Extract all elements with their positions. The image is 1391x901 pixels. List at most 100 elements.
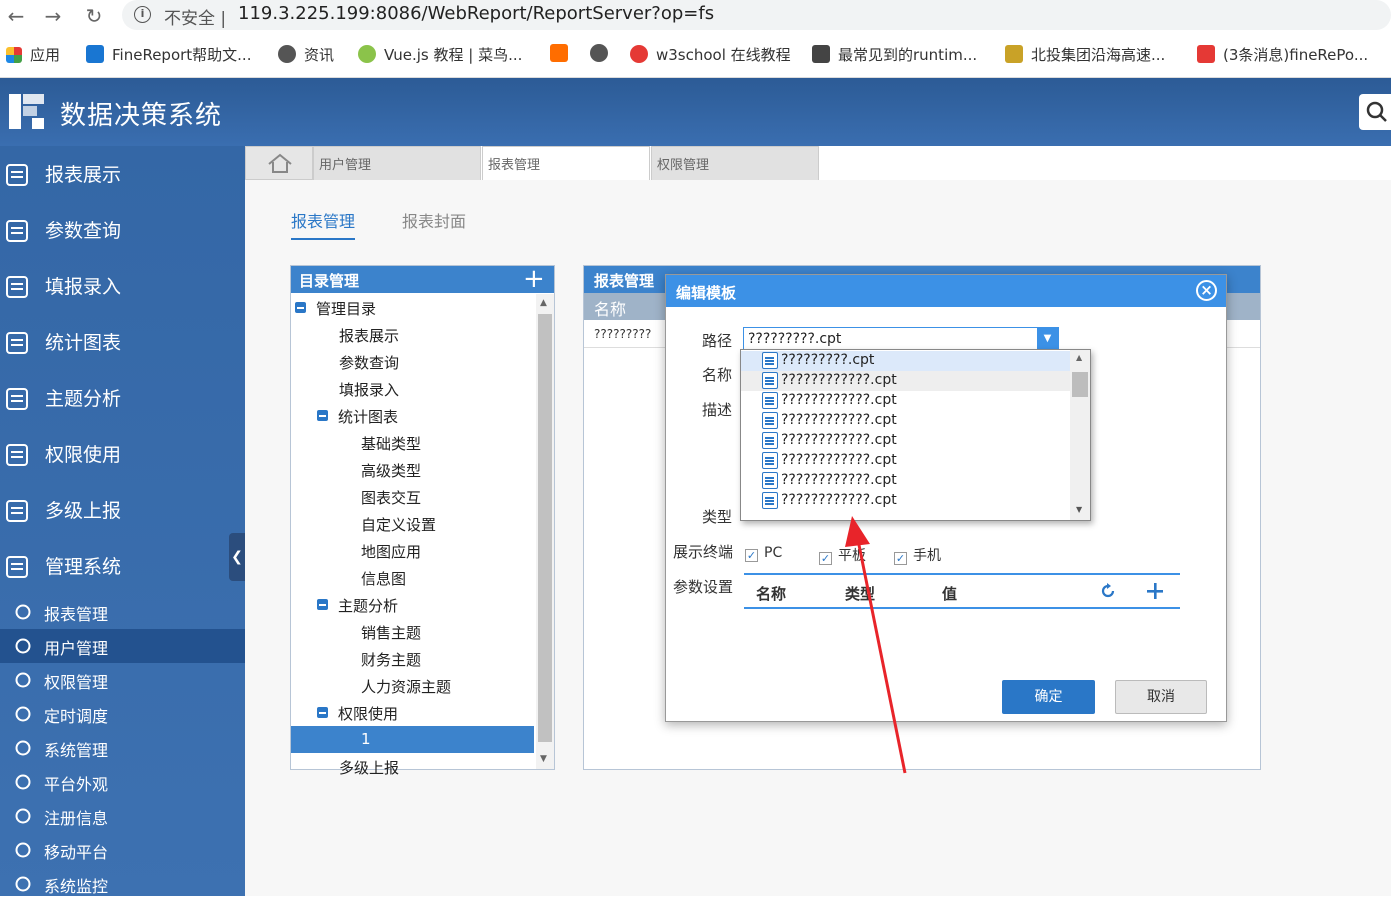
chevron-down-icon[interactable]: ▼ — [1037, 328, 1058, 350]
sidebar-item-7[interactable]: 多级上报 — [0, 482, 245, 538]
sidebar-subitem-5[interactable]: 系统管理 — [0, 731, 245, 765]
collapse-toggle-icon[interactable] — [317, 707, 328, 718]
subtab-report-manage[interactable]: 报表管理 — [291, 208, 356, 240]
sidebar-subitem-6[interactable]: 平台外观 — [0, 765, 245, 799]
refresh-icon[interactable] — [1100, 583, 1116, 599]
sidebar-item-5[interactable]: 主题分析 — [0, 370, 245, 426]
tab-report-manage[interactable]: 报表管理 — [482, 146, 650, 180]
dropdown-option[interactable]: ????????????.cpt — [741, 391, 1071, 411]
reload-icon[interactable]: ↻ — [82, 4, 106, 28]
dropdown-option[interactable]: ????????????.cpt — [741, 451, 1071, 471]
scroll-thumb[interactable] — [538, 314, 552, 742]
bookmark-globe[interactable] — [590, 44, 616, 64]
path-label: 路径 — [702, 332, 733, 350]
cancel-button[interactable]: 取消 — [1115, 680, 1207, 714]
sidebar-subitem-3[interactable]: 权限管理 — [0, 663, 245, 697]
tree-item[interactable]: 统计图表 — [317, 402, 398, 429]
add-directory-icon[interactable]: + — [523, 264, 545, 294]
dropdown-option[interactable]: ????????????.cpt — [741, 471, 1071, 491]
tree-item[interactable]: 参数查询 — [317, 348, 399, 375]
tree-item[interactable]: 基础类型 — [339, 429, 421, 456]
directory-scrollbar[interactable]: ▲ ▼ — [536, 294, 554, 769]
param-header-type: 类型 — [845, 585, 876, 603]
dropdown-option[interactable]: ????????????.cpt — [741, 431, 1071, 451]
sidebar-subitem-4[interactable]: 定时调度 — [0, 697, 245, 731]
url-text[interactable]: 119.3.225.199:8086/WebReport/ReportServe… — [238, 3, 714, 24]
tree-item[interactable]: 财务主题 — [339, 645, 421, 672]
tree-item[interactable]: 1 — [291, 726, 534, 753]
bookmark-beitou[interactable]: 北投集团沿海高速... — [1005, 44, 1165, 64]
bookmark-finereport[interactable]: FineReport帮助文... — [86, 44, 251, 64]
collapse-sidebar-button[interactable]: ❮ — [229, 533, 245, 581]
bookmark-runtime[interactable]: 最常见到的runtim... — [812, 44, 977, 64]
register-icon — [14, 807, 32, 825]
search-button[interactable] — [1359, 94, 1391, 130]
tree-item[interactable]: 高级类型 — [339, 456, 421, 483]
tree-item[interactable]: 自定义设置 — [339, 510, 436, 537]
dropdown-option[interactable]: ????????????.cpt — [741, 371, 1071, 391]
address-bar[interactable]: i 不安全 | 119.3.225.199:8086/WebReport/Rep… — [122, 0, 1391, 30]
tree-item[interactable]: 信息图 — [339, 564, 406, 591]
tab-user-manage[interactable]: 用户管理 — [313, 146, 481, 180]
forward-icon[interactable]: → — [41, 4, 65, 28]
bookmark-news[interactable]: 资讯 — [278, 44, 334, 64]
collapse-toggle-icon[interactable] — [317, 599, 328, 610]
description-label: 描述 — [702, 401, 733, 419]
home-tab[interactable] — [245, 146, 313, 180]
url-bar: ← → ↻ i 不安全 | 119.3.225.199:8086/WebRepo… — [0, 0, 1391, 34]
sidebar-item-1[interactable]: 报表展示 — [0, 146, 245, 202]
dropdown-option[interactable]: ????????????.cpt — [741, 491, 1071, 511]
bookmark-taobao[interactable] — [550, 44, 576, 64]
info-icon[interactable]: i — [134, 6, 151, 23]
scroll-up-icon[interactable]: ▲ — [540, 298, 547, 308]
tree-item[interactable]: 填报录入 — [317, 375, 399, 402]
scroll-thumb[interactable] — [1072, 372, 1088, 397]
tree-item[interactable]: 图表交互 — [339, 483, 421, 510]
report-list-icon — [4, 162, 30, 188]
path-select[interactable]: ?????????.cpt ▼ — [743, 327, 1059, 351]
dropdown-scrollbar[interactable]: ▲ ▼ — [1070, 350, 1090, 520]
sidebar-item-2[interactable]: 参数查询 — [0, 202, 245, 258]
scroll-up-icon[interactable]: ▲ — [1076, 353, 1082, 362]
sidebar-item-6[interactable]: 权限使用 — [0, 426, 245, 482]
bookmark-csdn[interactable]: (3条消息)fineRePo... — [1197, 44, 1368, 64]
tree-item[interactable]: 报表展示 — [317, 321, 399, 348]
mobile-checkbox[interactable]: ✓ 手机 — [894, 545, 941, 565]
param-header-value: 值 — [942, 585, 958, 603]
bookmark-apps[interactable]: 应用 — [6, 44, 60, 64]
tree-item[interactable]: 管理目录 — [295, 294, 376, 321]
bookmark-vue[interactable]: Vue.js 教程 | 菜鸟... — [358, 44, 522, 64]
tablet-checkbox[interactable]: ✓ 平板 — [819, 545, 866, 565]
sidebar-item-3[interactable]: 填报录入 — [0, 258, 245, 314]
dropdown-option[interactable]: ?????????.cpt — [741, 351, 1071, 371]
back-icon[interactable]: ← — [4, 4, 28, 28]
sidebar-item-label: 报表展示 — [45, 164, 122, 186]
sidebar-item-4[interactable]: 统计图表 — [0, 314, 245, 370]
beitou-icon — [1005, 45, 1023, 63]
scroll-down-icon[interactable]: ▼ — [540, 754, 547, 764]
tree-item[interactable]: 销售主题 — [339, 618, 421, 645]
add-param-icon[interactable] — [1146, 582, 1164, 600]
tab-permission-manage[interactable]: 权限管理 — [651, 146, 819, 180]
scroll-down-icon[interactable]: ▼ — [1076, 505, 1082, 514]
tree-item[interactable]: 地图应用 — [339, 537, 421, 564]
collapse-toggle-icon[interactable] — [317, 410, 328, 421]
sidebar-item-8[interactable]: 管理系统 — [0, 538, 245, 594]
sidebar-subitem-label: 权限管理 — [44, 673, 109, 692]
binoculars-icon — [14, 875, 32, 893]
sidebar-subitem-2[interactable]: 用户管理 — [0, 629, 245, 663]
dropdown-option[interactable]: ????????????.cpt — [741, 411, 1071, 431]
confirm-button[interactable]: 确定 — [1002, 680, 1095, 714]
sidebar-subitem-7[interactable]: 注册信息 — [0, 799, 245, 833]
sidebar-subitem-8[interactable]: 移动平台 — [0, 833, 245, 867]
pc-checkbox[interactable]: ✓ PC — [745, 545, 782, 562]
bookmark-w3school[interactable]: w3school 在线教程 — [630, 44, 791, 64]
subtab-report-cover[interactable]: 报表封面 — [402, 208, 466, 232]
sidebar-subitem-1[interactable]: 报表管理 — [0, 595, 245, 629]
tree-item[interactable]: 多级上报 — [317, 753, 399, 780]
tree-item[interactable]: 主题分析 — [317, 591, 398, 618]
close-icon[interactable]: × — [1196, 280, 1217, 301]
tree-item[interactable]: 权限使用 — [317, 699, 398, 726]
tree-item[interactable]: 人力资源主题 — [339, 672, 451, 699]
collapse-toggle-icon[interactable] — [295, 302, 306, 313]
